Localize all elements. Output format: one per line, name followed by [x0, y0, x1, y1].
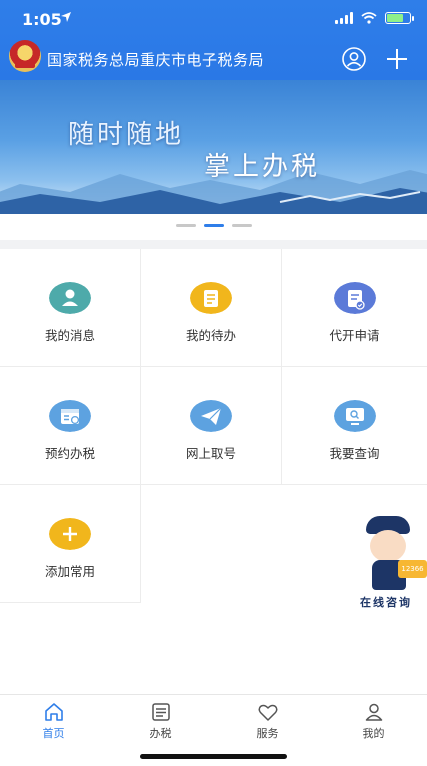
list-icon — [151, 703, 170, 721]
app-header: 国家税务总局重庆市电子税务局 — [0, 38, 427, 80]
grid-item-invoice-application[interactable]: 代开申请 — [282, 249, 427, 367]
grid-item-label: 预约办税 — [44, 446, 95, 461]
home-icon — [44, 703, 63, 721]
grid-item-label: 添加常用 — [44, 564, 95, 579]
promo-banner[interactable]: 随时随地 掌上办税 — [0, 80, 427, 214]
home-indicator — [140, 754, 287, 759]
assistant-face — [370, 530, 406, 562]
grid-item-my-messages[interactable]: 我的消息 — [0, 249, 141, 367]
tab-label: 办税 — [149, 727, 172, 740]
banner-slogan-line2: 掌上办税 — [204, 152, 321, 182]
section-divider — [0, 240, 427, 249]
person-icon — [49, 282, 91, 314]
grid-item-online-queue[interactable]: 网上取号 — [141, 367, 282, 485]
carousel-dot[interactable] — [175, 224, 196, 227]
bottom-tab-bar: 首页 办税 服务 我的 — [0, 694, 427, 744]
tab-label: 服务 — [256, 727, 279, 740]
carousel-dot[interactable] — [231, 224, 252, 227]
status-time: 1:05 — [22, 10, 62, 29]
signal-icon — [335, 12, 353, 24]
calendar-icon — [49, 400, 91, 432]
battery-icon — [385, 12, 414, 24]
status-right — [335, 12, 414, 24]
paper-plane-icon — [190, 400, 232, 432]
tab-label: 我的 — [362, 727, 385, 740]
monitor-search-icon — [333, 400, 376, 432]
grid-item-query[interactable]: 我要查询 — [282, 367, 427, 485]
location-arrow-icon — [61, 12, 71, 22]
tax-emblem-logo — [9, 40, 41, 72]
grid-item-label: 网上取号 — [185, 446, 236, 461]
person-icon — [365, 703, 382, 721]
top-bar: 1:05 国家税务总局重庆市电子税务局 — [0, 0, 427, 80]
tab-label: 首页 — [42, 727, 65, 740]
grid-item-appointment[interactable]: 预约办税 — [0, 367, 141, 485]
online-consult-assistant[interactable]: 12366 在线咨询 — [350, 516, 427, 612]
tab-tax[interactable]: 办税 — [107, 695, 214, 745]
tab-service[interactable]: 服务 — [214, 695, 321, 745]
grid-item-label: 我的待办 — [185, 328, 236, 343]
tab-mine[interactable]: 我的 — [320, 695, 427, 745]
add-icon[interactable] — [384, 46, 410, 72]
grid-item-add-favorite[interactable]: 添加常用 — [0, 485, 141, 603]
heart-icon — [258, 704, 277, 721]
plus-circle-icon — [49, 518, 91, 550]
status-bar: 1:05 — [0, 0, 427, 38]
banner-slogan-line1: 随时随地 — [68, 120, 185, 150]
tab-home[interactable]: 首页 — [0, 695, 107, 745]
page-title: 国家税务总局重庆市电子税务局 — [47, 51, 265, 69]
online-consult-label: 在线咨询 — [360, 596, 412, 609]
grid-item-my-todo[interactable]: 我的待办 — [141, 249, 282, 367]
hotline-badge: 12366 — [398, 560, 427, 578]
app-screen: 1:05 国家税务总局重庆市电子税务局 随时随地 掌上办税 我的消息 我的待办 … — [0, 0, 427, 766]
user-account-icon[interactable] — [341, 46, 367, 72]
grid-item-label: 我要查询 — [329, 446, 380, 461]
document-icon — [190, 282, 232, 314]
carousel-indicator — [0, 224, 427, 230]
grid-item-label: 代开申请 — [329, 328, 380, 343]
document-check-icon — [333, 282, 376, 314]
carousel-dot-active[interactable] — [203, 224, 224, 227]
grid-item-label: 我的消息 — [44, 328, 95, 343]
wifi-icon — [361, 12, 377, 24]
